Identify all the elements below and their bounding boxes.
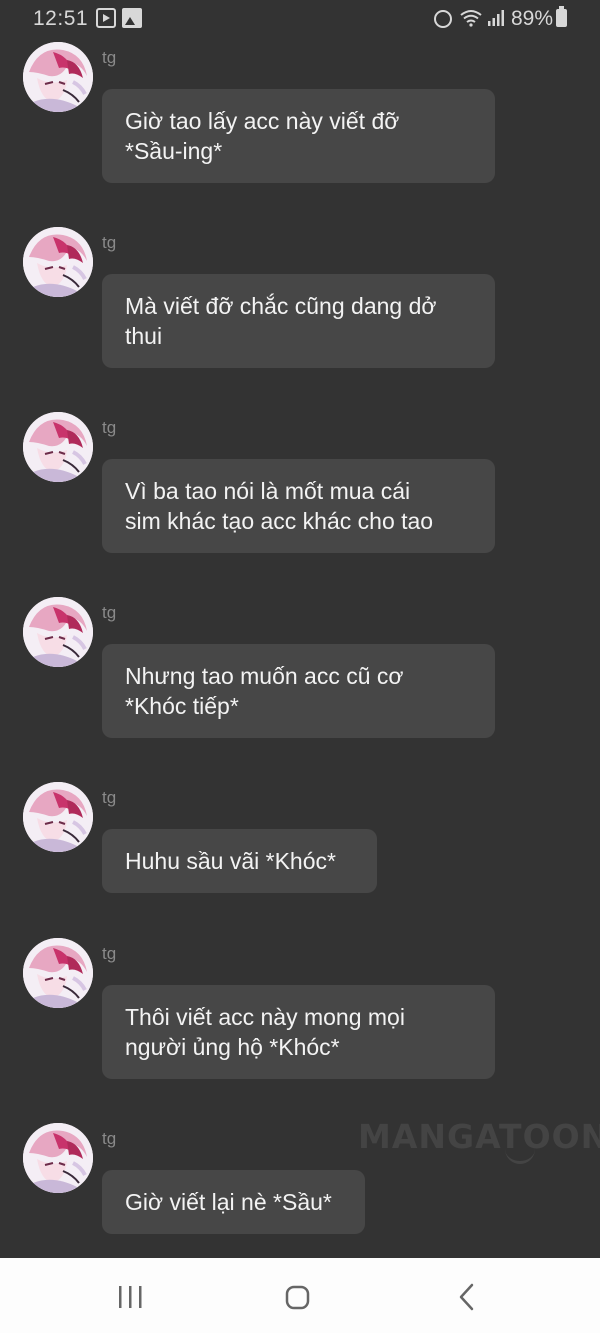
sender-name: tg bbox=[102, 788, 117, 807]
avatar[interactable] bbox=[23, 938, 93, 1008]
sender-name: tg bbox=[102, 944, 117, 963]
media-app-icon bbox=[96, 8, 116, 28]
message-bubble: Huhu sầu vãi *Khóc* bbox=[102, 829, 377, 893]
sender-name: tg bbox=[102, 603, 117, 622]
recents-icon bbox=[119, 1286, 142, 1308]
alarm-icon bbox=[434, 10, 452, 28]
sender-name: tg bbox=[102, 1129, 117, 1148]
avatar[interactable] bbox=[23, 42, 93, 112]
watermark-logo: MANGATOON bbox=[358, 1117, 600, 1156]
avatar-image bbox=[23, 42, 93, 112]
signal-icon bbox=[487, 9, 505, 27]
home-icon bbox=[285, 1285, 310, 1310]
message-bubble: Giờ viết lại nè *Sầu* bbox=[102, 1170, 365, 1234]
home-button[interactable] bbox=[248, 1258, 348, 1333]
avatar-image bbox=[23, 1123, 93, 1193]
chat-list[interactable]: tg Giờ tao lấy acc này viết đỡ *Sầu-ing*… bbox=[0, 38, 600, 1258]
sender-name: tg bbox=[102, 48, 117, 67]
gallery-icon bbox=[122, 8, 142, 28]
status-time: 12:51 bbox=[33, 7, 89, 30]
avatar-image bbox=[23, 412, 93, 482]
status-bar: 12:51 89% bbox=[0, 0, 600, 38]
message-bubble: Vì ba tao nói là mốt mua cái sim khác tạ… bbox=[102, 459, 495, 553]
avatar-image bbox=[23, 597, 93, 667]
wifi-icon bbox=[460, 9, 482, 27]
avatar[interactable] bbox=[23, 597, 93, 667]
message-bubble: Mà viết đỡ chắc cũng dang dở thui bbox=[102, 274, 495, 368]
avatar[interactable] bbox=[23, 1123, 93, 1193]
battery-percent: 89% bbox=[511, 7, 554, 30]
back-icon bbox=[459, 1283, 474, 1311]
sender-name: tg bbox=[102, 233, 117, 252]
avatar[interactable] bbox=[23, 412, 93, 482]
recents-button[interactable] bbox=[80, 1258, 180, 1333]
back-button[interactable] bbox=[416, 1258, 516, 1333]
avatar-image bbox=[23, 782, 93, 852]
avatar-image bbox=[23, 938, 93, 1008]
avatar[interactable] bbox=[23, 227, 93, 297]
message-bubble: Giờ tao lấy acc này viết đỡ *Sầu-ing* bbox=[102, 89, 495, 183]
message-bubble: Nhưng tao muốn acc cũ cơ *Khóc tiếp* bbox=[102, 644, 495, 738]
avatar-image bbox=[23, 227, 93, 297]
message-bubble: Thôi viết acc này mong mọi người ủng hộ … bbox=[102, 985, 495, 1079]
navigation-bar bbox=[0, 1258, 600, 1333]
sender-name: tg bbox=[102, 418, 117, 437]
battery-icon bbox=[556, 6, 567, 27]
avatar[interactable] bbox=[23, 782, 93, 852]
